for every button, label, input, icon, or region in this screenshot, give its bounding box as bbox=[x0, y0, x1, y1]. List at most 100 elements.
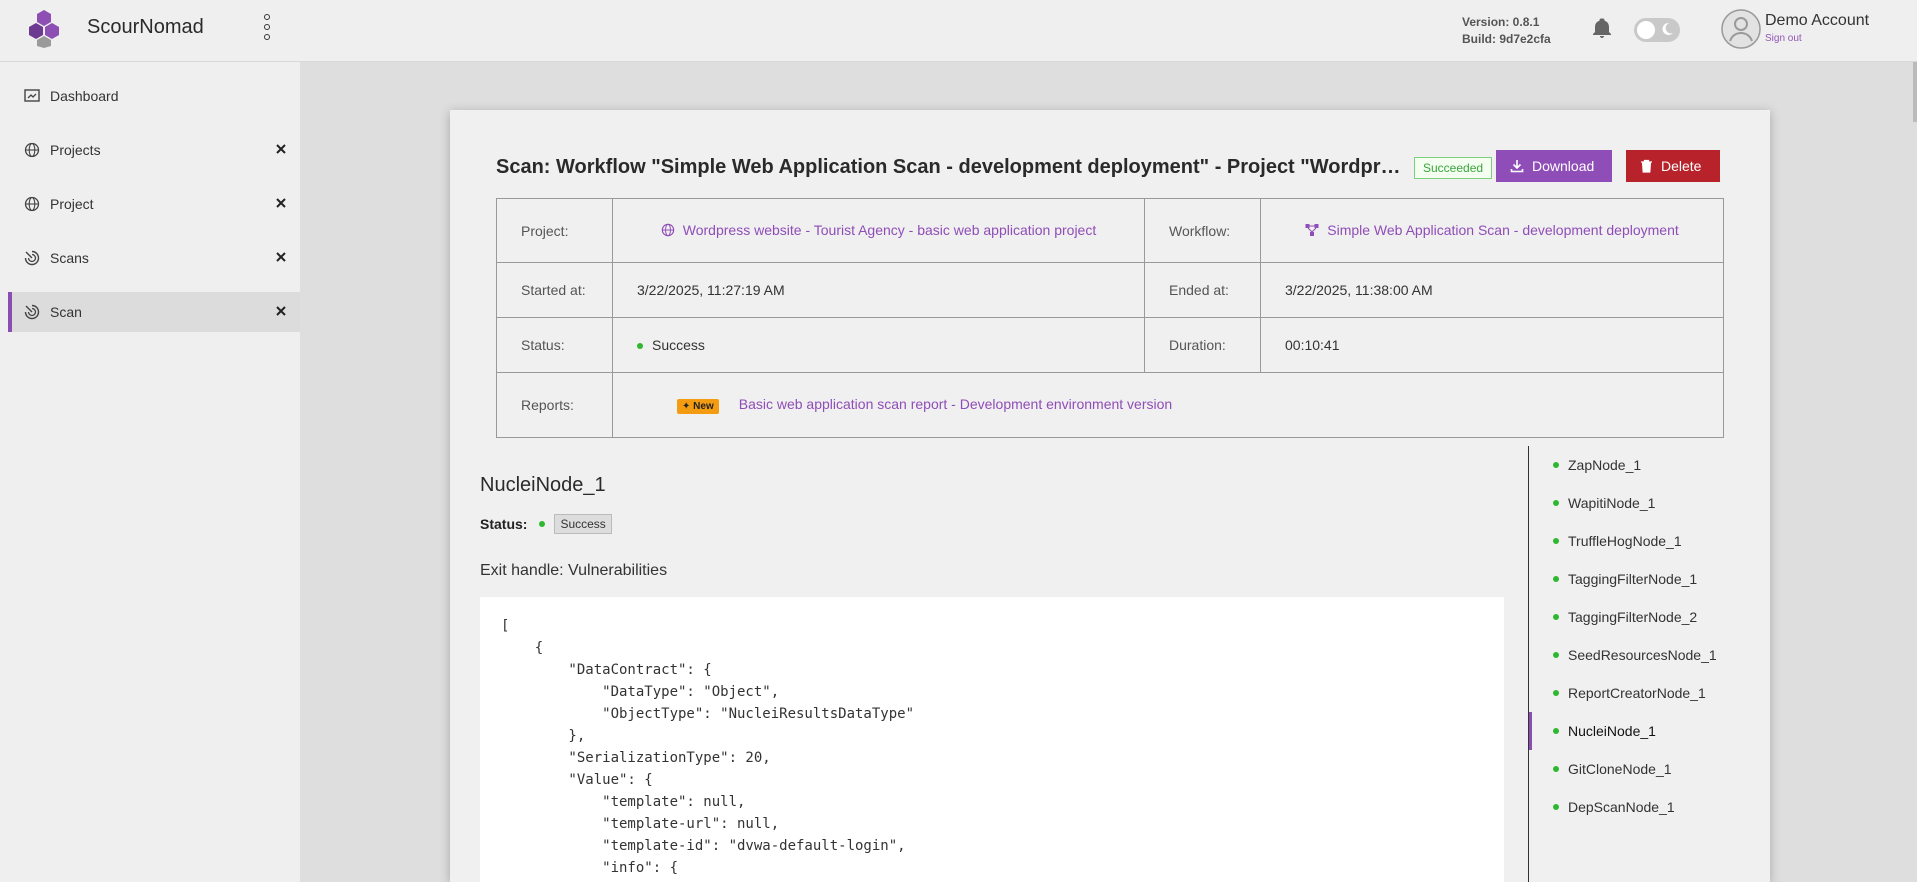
node-title: NucleiNode_1 bbox=[480, 474, 606, 496]
node-list-item[interactable]: WapitiNode_1 bbox=[1529, 484, 1769, 522]
more-menu-icon[interactable] bbox=[260, 14, 274, 40]
node-list-item[interactable]: ReportCreatorNode_1 bbox=[1529, 674, 1769, 712]
new-badge-text: New bbox=[693, 401, 714, 412]
workflow-link-text: Simple Web Application Scan - developmen… bbox=[1327, 221, 1679, 238]
node-list-label: ReportCreatorNode_1 bbox=[1568, 685, 1706, 701]
project-cell: Wordpress website - Tourist Agency - bas… bbox=[612, 198, 1145, 263]
ended-value: 3/22/2025, 11:38:00 AM bbox=[1260, 262, 1724, 318]
node-list-item[interactable]: DepScanNode_1 bbox=[1529, 788, 1769, 826]
status-cell: Success bbox=[612, 317, 1145, 373]
user-name: Demo Account bbox=[1765, 12, 1870, 29]
sidebar-item-projects[interactable]: Projects bbox=[8, 130, 300, 170]
report-link[interactable]: Basic web application scan report - Deve… bbox=[739, 396, 1172, 412]
scan-icon bbox=[24, 250, 40, 266]
sidebar-item-label: Project bbox=[50, 196, 94, 212]
workflow-label: Workflow: bbox=[1144, 198, 1261, 263]
node-list-label: GitCloneNode_1 bbox=[1568, 761, 1672, 777]
version-text: Version: 0.8.1 bbox=[1462, 15, 1540, 29]
status-dot bbox=[1553, 728, 1559, 734]
node-list-item[interactable]: TaggingFilterNode_2 bbox=[1529, 598, 1769, 636]
build-text: Build: 9d7e2cfa bbox=[1462, 32, 1551, 46]
status-dot bbox=[1553, 766, 1559, 772]
started-value: 3/22/2025, 11:27:19 AM bbox=[612, 262, 1145, 318]
trash-icon bbox=[1641, 159, 1652, 173]
version-info: Version: 0.8.1 Build: 9d7e2cfa bbox=[1462, 14, 1551, 48]
new-badge: ✦ New bbox=[677, 399, 719, 414]
node-list-label: TaggingFilterNode_1 bbox=[1568, 571, 1698, 587]
close-icon[interactable] bbox=[274, 250, 288, 264]
close-icon[interactable] bbox=[274, 304, 288, 318]
close-icon[interactable] bbox=[274, 142, 288, 156]
delete-button[interactable]: Delete bbox=[1626, 150, 1720, 182]
sidebar-item-scans[interactable]: Scans bbox=[8, 238, 300, 278]
sidebar-item-label: Scans bbox=[50, 250, 89, 266]
sidebar-item-scan[interactable]: Scan bbox=[8, 292, 300, 332]
delete-label: Delete bbox=[1661, 158, 1702, 174]
project-link-text: Wordpress website - Tourist Agency - bas… bbox=[682, 221, 1097, 238]
sidebar-item-label: Scan bbox=[50, 304, 82, 320]
toggle-knob bbox=[1637, 21, 1655, 39]
moon-icon bbox=[1662, 22, 1673, 35]
node-list-item[interactable]: TaggingFilterNode_1 bbox=[1529, 560, 1769, 598]
app-logo-icon[interactable] bbox=[24, 8, 64, 48]
status-dot bbox=[1553, 804, 1559, 810]
user-icon bbox=[1721, 9, 1761, 49]
table-row: Status: Success Duration: 00:10:41 bbox=[496, 317, 1724, 373]
reports-cell: ✦ New Basic web application scan report -… bbox=[612, 372, 1724, 438]
scan-detail-modal: Scan: Workflow "Simple Web Application S… bbox=[450, 110, 1770, 882]
status-dot bbox=[637, 343, 643, 350]
node-status-label: Status: bbox=[480, 516, 528, 532]
sidebar-item-dashboard[interactable]: Dashboard bbox=[8, 76, 300, 116]
globe-icon bbox=[661, 223, 675, 236]
download-button[interactable]: Download bbox=[1496, 150, 1612, 182]
started-label: Started at: bbox=[496, 262, 613, 318]
sidebar: Dashboard Projects Project Scans Scan bbox=[0, 62, 300, 882]
status-dot bbox=[1553, 538, 1559, 544]
node-status: Status: Success bbox=[480, 514, 612, 534]
node-list-item[interactable]: TruffleHogNode_1 bbox=[1529, 522, 1769, 560]
status-dot bbox=[1553, 500, 1559, 506]
sign-out-link[interactable]: Sign out bbox=[1765, 33, 1802, 44]
status-badge: Succeeded bbox=[1414, 157, 1493, 179]
app-name: ScourNomad bbox=[87, 16, 204, 38]
download-icon bbox=[1510, 160, 1524, 173]
page-scrollbar[interactable] bbox=[1913, 62, 1917, 122]
table-row: Started at: 3/22/2025, 11:27:19 AM Ended… bbox=[496, 262, 1724, 318]
table-row: Project: Wordpress website - Tourist Age… bbox=[496, 198, 1724, 263]
status-dot bbox=[1553, 576, 1559, 582]
project-link[interactable]: Wordpress website - Tourist Agency - bas… bbox=[661, 222, 1096, 238]
dashboard-icon bbox=[24, 89, 40, 102]
download-label: Download bbox=[1532, 158, 1595, 174]
status-dot bbox=[1553, 614, 1559, 620]
duration-value: 00:10:41 bbox=[1260, 317, 1724, 373]
theme-toggle[interactable] bbox=[1634, 18, 1680, 42]
globe-icon bbox=[24, 142, 40, 158]
workflow-link[interactable]: Simple Web Application Scan - developmen… bbox=[1305, 222, 1679, 238]
node-list-item[interactable]: ZapNode_1 bbox=[1529, 446, 1769, 484]
status-value: Success bbox=[652, 337, 705, 353]
avatar[interactable] bbox=[1721, 9, 1761, 49]
node-status-chip: Success bbox=[554, 514, 612, 534]
duration-label: Duration: bbox=[1144, 317, 1261, 373]
node-list-label: NucleiNode_1 bbox=[1568, 723, 1656, 739]
node-list-label: ZapNode_1 bbox=[1568, 457, 1642, 473]
exit-handle-json[interactable]: [ { "DataContract": { "DataType": "Objec… bbox=[480, 597, 1504, 882]
node-list-item[interactable]: SeedResourcesNode_1 bbox=[1529, 636, 1769, 674]
bell-icon[interactable] bbox=[1590, 16, 1614, 40]
status-dot bbox=[1553, 652, 1559, 658]
node-list-label: TruffleHogNode_1 bbox=[1568, 533, 1682, 549]
close-icon[interactable] bbox=[274, 196, 288, 210]
workflow-cell: Simple Web Application Scan - developmen… bbox=[1260, 198, 1724, 263]
sidebar-item-label: Projects bbox=[50, 142, 101, 158]
node-list-item-active[interactable]: NucleiNode_1 bbox=[1529, 712, 1769, 750]
workflow-icon bbox=[1305, 223, 1319, 236]
page-title: Scan: Workflow "Simple Web Application S… bbox=[496, 156, 1406, 178]
sidebar-item-label: Dashboard bbox=[50, 88, 119, 104]
table-row: Reports: ✦ New Basic web application scan… bbox=[496, 372, 1724, 438]
node-list-item[interactable]: GitCloneNode_1 bbox=[1529, 750, 1769, 788]
sidebar-item-project[interactable]: Project bbox=[8, 184, 300, 224]
globe-icon bbox=[24, 196, 40, 212]
node-list-label: TaggingFilterNode_2 bbox=[1568, 609, 1698, 625]
project-label: Project: bbox=[496, 198, 613, 263]
reports-label: Reports: bbox=[496, 372, 613, 438]
